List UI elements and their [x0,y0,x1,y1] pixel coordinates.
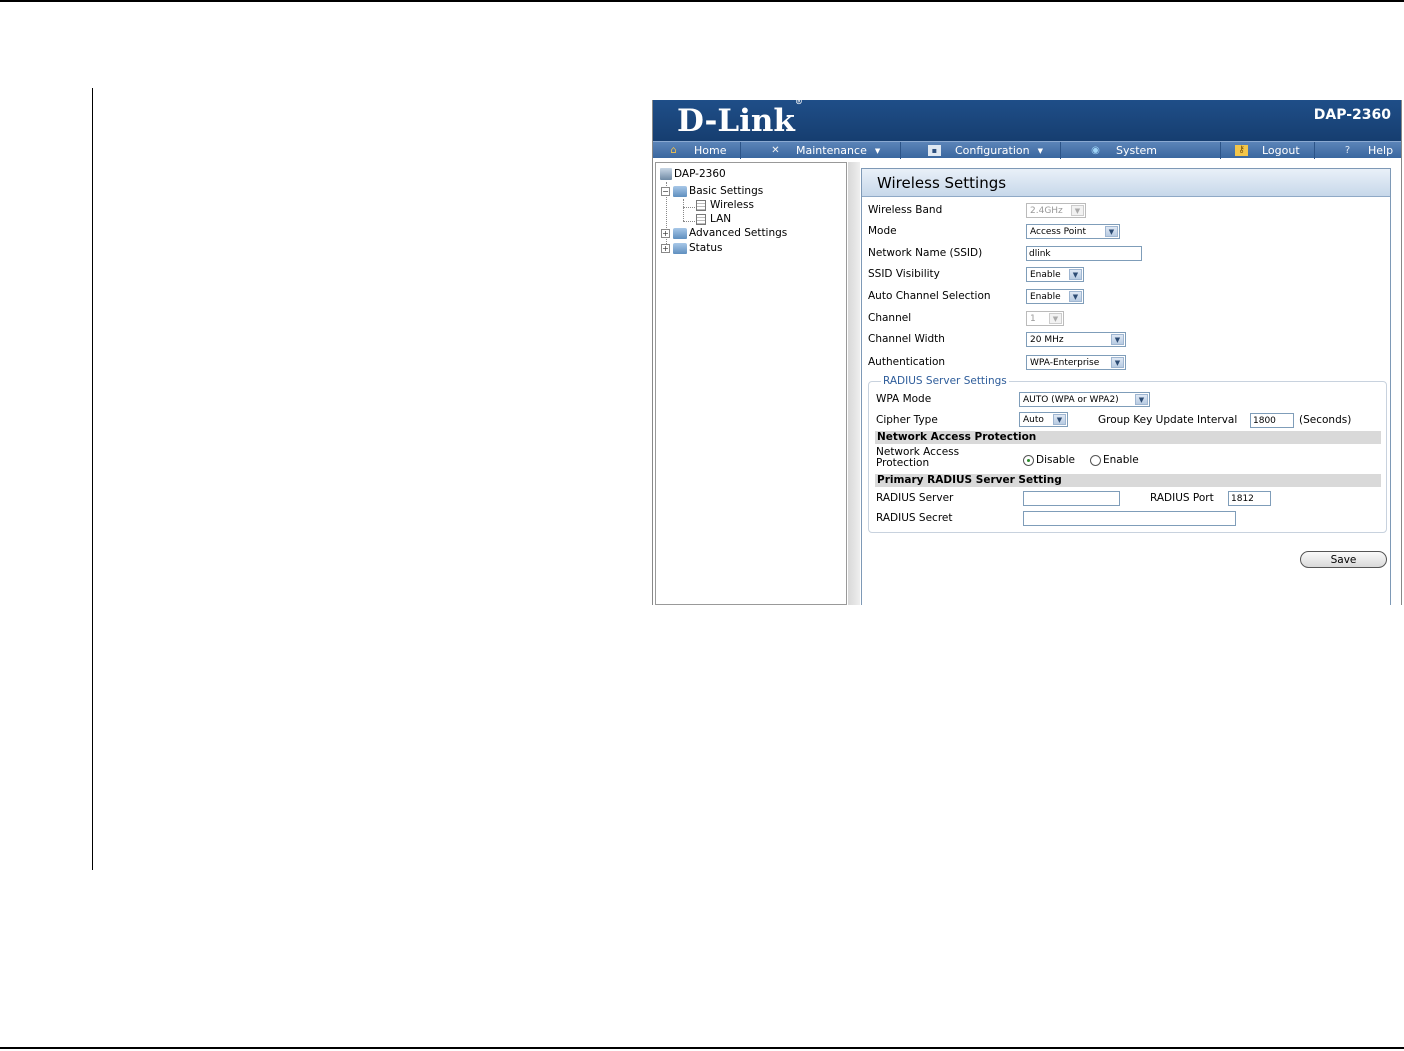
help-icon: ? [1344,145,1351,156]
top-nav-bar: ⌂ Home ✕ Maintenance ▼ ▪ Configuration ▼ ◉… [653,141,1401,159]
radius-server-settings-group: RADIUS Server Settings WPA Mode AUTO (WP… [868,375,1387,533]
page-top-rule [0,0,1404,2]
tree-item-advanced-settings[interactable]: + Advanced Settings [661,227,787,239]
expand-icon[interactable]: + [661,228,670,238]
group-key-unit: (Seconds) [1299,414,1352,426]
nap-disable-option[interactable]: Disable [1023,454,1075,466]
nav-maintenance[interactable]: ✕ Maintenance ▼ [741,142,901,159]
tree-item-wireless[interactable]: Wireless [696,199,754,211]
tree-item-status[interactable]: + Status [661,242,722,254]
tools-icon: ✕ [771,145,780,156]
tree-item-root[interactable]: DAP-2360 [660,168,726,180]
chevron-down-icon: ▼ [1111,357,1124,368]
chevron-down-icon: ▼ [1053,414,1066,425]
chevron-down-icon: ▼ [874,146,881,155]
folder-icon [673,242,687,254]
label-channel-width: Channel Width [868,333,945,345]
label-channel: Channel [868,312,912,324]
cipher-type-select[interactable]: Auto ▼ [1019,412,1068,427]
folder-icon [673,185,687,197]
brand-bar: D-Link® DAP-2360 [653,100,1401,141]
label-authentication: Authentication [868,356,946,368]
label-cipher-type: Cipher Type [876,414,938,426]
chevron-down-icon: ▼ [1111,334,1124,345]
page-icon [696,199,706,211]
page-icon [696,213,706,225]
expand-icon[interactable]: + [661,243,670,253]
folder-icon [673,227,687,239]
nav-logout[interactable]: ⚷ Logout [1221,142,1315,159]
home-icon: ⌂ [670,145,677,156]
collapse-icon[interactable]: − [661,186,670,196]
label-radius-server: RADIUS Server [876,492,954,504]
chevron-down-icon: ▼ [1071,205,1084,216]
nap-enable-radio[interactable] [1090,454,1101,466]
nap-section-header: Network Access Protection [875,431,1381,444]
chevron-down-icon: ▼ [1037,146,1043,155]
wireless-settings-panel: Wireless Settings Wireless Band 2.4GHz ▼ … [861,168,1391,605]
nav-home[interactable]: ⌂ Home [653,142,741,159]
navigation-tree: DAP-2360 − Basic Settings Wireless LAN +… [655,162,847,605]
nav-system[interactable]: ◉ System [1061,142,1221,159]
chevron-down-icon: ▼ [1069,291,1082,302]
floppy-icon: ▪ [928,145,941,156]
ssid-input[interactable]: dlink [1026,246,1142,261]
chevron-down-icon: ▼ [1069,269,1082,280]
nap-enable-option[interactable]: Enable [1090,454,1139,466]
auto-channel-select[interactable]: Enable ▼ [1026,289,1084,304]
authentication-select[interactable]: WPA-Enterprise ▼ [1026,355,1126,370]
radius-server-input[interactable] [1023,491,1120,506]
label-radius-port: RADIUS Port [1150,492,1214,504]
model-name: DAP-2360 [1313,107,1391,123]
label-ssid-visibility: SSID Visibility [868,268,940,280]
mode-select[interactable]: Access Point ▼ [1026,224,1120,239]
label-ssid: Network Name (SSID) [868,247,983,259]
nap-disable-radio[interactable] [1023,454,1034,466]
nav-configuration[interactable]: ▪ Configuration ▼ [901,142,1061,159]
label-mode: Mode [868,225,897,237]
radius-port-input[interactable]: 1812 [1228,491,1271,506]
group-key-interval-input[interactable]: 1800 [1250,413,1294,428]
router-ui-screenshot: D-Link® DAP-2360 ⌂ Home ✕ Maintenance ▼ ▪… [652,100,1402,605]
radius-legend: RADIUS Server Settings [881,375,1009,387]
page-bottom-rule [0,1047,1404,1049]
globe-icon: ◉ [1091,145,1100,156]
page-title: Wireless Settings [862,169,1390,197]
dlink-logo: D-Link® [677,100,803,139]
tree-item-basic-settings[interactable]: − Basic Settings [661,185,763,197]
chevron-down-icon: ▼ [1135,394,1148,405]
channel-width-select[interactable]: 20 MHz ▼ [1026,332,1126,347]
chevron-down-icon: ▼ [1105,226,1118,237]
nav-help[interactable]: ? Help [1315,142,1401,159]
chevron-down-icon: ▼ [1049,313,1062,324]
label-group-key-interval: Group Key Update Interval [1098,414,1238,426]
primary-radius-section-header: Primary RADIUS Server Setting [875,474,1381,487]
radius-secret-input[interactable] [1023,511,1236,526]
tree-item-lan[interactable]: LAN [696,213,731,225]
label-wireless-band: Wireless Band [868,204,943,216]
pane-splitter[interactable] [848,162,860,605]
label-radius-secret: RADIUS Secret [876,512,953,524]
wpa-mode-select[interactable]: AUTO (WPA or WPA2) ▼ [1019,392,1150,407]
label-auto-channel: Auto Channel Selection [868,290,991,302]
save-button[interactable]: Save [1300,551,1387,568]
channel-select[interactable]: 1 ▼ [1026,311,1064,326]
label-wpa-mode: WPA Mode [876,393,932,405]
page-margin-line [92,88,93,870]
key-icon: ⚷ [1235,145,1248,156]
wireless-band-select[interactable]: 2.4GHz ▼ [1026,203,1086,218]
computer-icon [660,168,672,180]
ssid-visibility-select[interactable]: Enable ▼ [1026,267,1084,282]
label-network-access-protection: Network Access Protection [876,446,960,469]
